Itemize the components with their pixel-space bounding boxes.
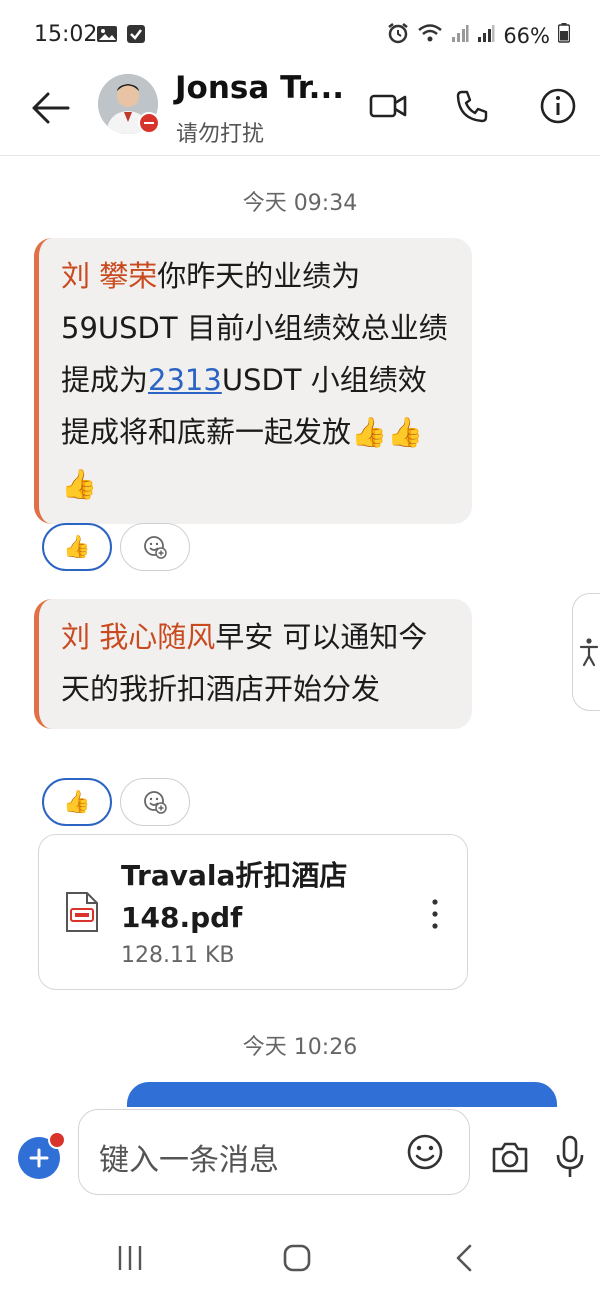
status-time: 15:02 (34, 22, 98, 47)
thumbs-up-reaction[interactable]: 👍 (42, 778, 112, 826)
signal-icon (477, 23, 495, 48)
wifi-icon (417, 22, 443, 49)
date-separator: 今天 10:26 (242, 1035, 358, 1060)
home-icon[interactable] (277, 1238, 317, 1278)
message-bubble[interactable]: 刘 攀荣你昨天的业绩为59USDT 目前小组绩效总业绩提成为2313USDT 小… (34, 238, 472, 524)
pdf-file-icon (66, 892, 98, 932)
video-call-button[interactable] (366, 84, 410, 128)
do-not-disturb-badge (138, 112, 160, 134)
arrow-left-icon (32, 92, 70, 124)
alarm-icon (387, 22, 409, 49)
battery-icon (557, 23, 571, 48)
accessibility-icon (579, 638, 599, 667)
chat-header: Jonsa Tr... 请勿打扰 (0, 66, 600, 156)
info-icon (540, 88, 576, 124)
thumbs-up-icon: 👍 (63, 534, 91, 560)
voice-call-button[interactable] (450, 84, 494, 128)
file-name: Travala折扣酒店148.pdf (121, 859, 348, 934)
video-camera-icon (369, 94, 407, 118)
add-emoji-icon (144, 791, 167, 814)
message-input[interactable]: 键入一条消息 (78, 1109, 470, 1195)
message-link[interactable]: 2313 (148, 363, 222, 397)
message-bubble[interactable]: 刘 我心随风早安 可以通知今天的我折扣酒店开始分发 (34, 599, 472, 729)
outgoing-message-bubble[interactable] (127, 1082, 557, 1107)
contact-status: 请勿打扰 (176, 122, 265, 147)
signal-icon (451, 23, 469, 48)
add-emoji-icon (144, 536, 167, 559)
status-bar: 15:02 66% (0, 0, 600, 66)
mention[interactable]: 刘 攀荣 (61, 259, 157, 293)
microphone-icon[interactable] (554, 1135, 586, 1179)
message-composer: 键入一条消息 (0, 1107, 600, 1203)
back-button[interactable] (28, 86, 72, 130)
message-input-placeholder: 键入一条消息 (99, 1143, 279, 1178)
file-attachment[interactable]: Travala折扣酒店148.pdf 128.11 KB (38, 834, 468, 990)
thumbs-up-icon: 👍 (63, 789, 91, 815)
battery-percent: 66% (503, 23, 550, 48)
back-nav-icon[interactable] (446, 1238, 486, 1278)
image-icon (96, 24, 118, 48)
emoji-icon[interactable] (405, 1132, 445, 1172)
thumbs-up-reaction[interactable]: 👍 (42, 523, 112, 571)
camera-icon[interactable] (490, 1137, 530, 1177)
date-separator: 今天 09:34 (242, 191, 358, 216)
checkbox-icon (126, 24, 146, 48)
notification-dot (48, 1131, 66, 1149)
more-options-icon[interactable] (425, 897, 445, 931)
add-reaction-button[interactable] (120, 778, 190, 826)
add-reaction-button[interactable] (120, 523, 190, 571)
system-nav-bar (0, 1210, 600, 1300)
file-size: 128.11 KB (121, 943, 235, 968)
accessibility-handle[interactable] (572, 593, 600, 711)
phone-icon (456, 90, 488, 123)
plus-icon (29, 1148, 49, 1168)
info-button[interactable] (536, 84, 580, 128)
message-list[interactable]: 今天 09:34 刘 攀荣你昨天的业绩为59USDT 目前小组绩效总业绩提成为2… (0, 157, 600, 1107)
contact-name[interactable]: Jonsa Tr... (175, 70, 344, 106)
recent-apps-icon[interactable] (110, 1238, 150, 1278)
mention[interactable]: 刘 我心随风 (61, 620, 215, 654)
